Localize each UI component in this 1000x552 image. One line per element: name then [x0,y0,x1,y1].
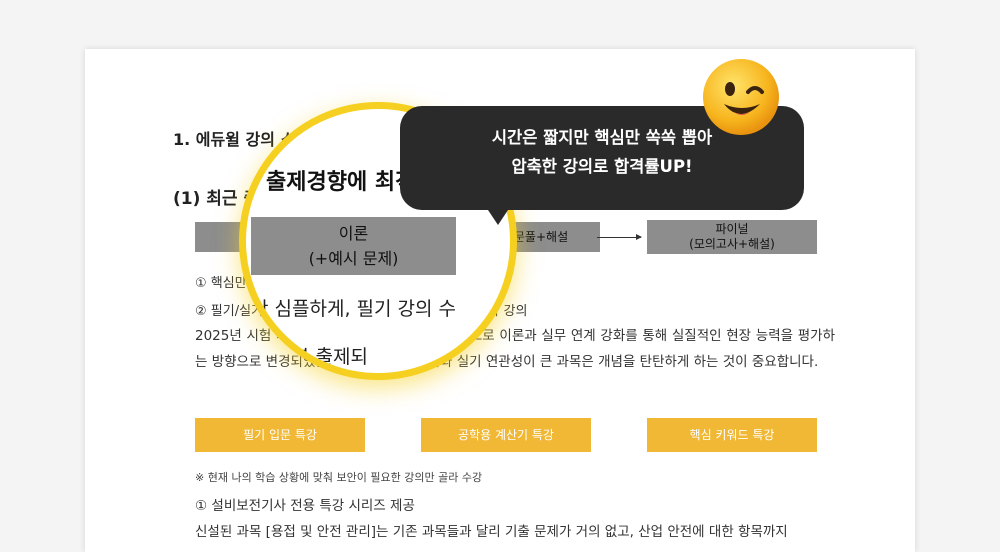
flow-arrow [597,234,642,240]
footnote: ※ 현재 나의 학습 상황에 맞춰 보안이 필요한 강의만 골라 수강 [195,471,483,484]
list-item: ① 핵심만 [195,276,247,291]
magnified-box-title: 이론 [338,224,369,243]
magnified-text: 만 심플하게, 필기 강의 수 [251,298,456,320]
flow-step-final-title: 파이널 [715,222,749,236]
body-paragraph: 신설된 과목 [용접 및 안전 관리]는 기존 과목들과 달리 기출 문제가 거… [195,524,788,540]
keyword-lecture-button[interactable]: 핵심 키워드 특강 [647,418,817,452]
calculator-lecture-button[interactable]: 공학용 계산기 특강 [421,418,591,452]
intro-lecture-button[interactable]: 필기 입문 특강 [195,418,365,452]
winking-face-icon [703,59,779,135]
magnified-flow-box: 이론 (+예시 문제) [251,217,456,275]
magnified-box-subtitle: (+예시 문제) [308,249,399,268]
list-item: ① 설비보전기사 전용 특강 시리즈 제공 [195,498,415,514]
magnified-text: 에 반복 출제되 [251,346,368,368]
bubble-line: 압축한 강의로 합격률UP! [511,157,693,176]
flow-step-final-subtitle: (모의고사+해설) [689,237,775,251]
flow-step-final: 파이널 (모의고사+해설) [647,220,817,254]
